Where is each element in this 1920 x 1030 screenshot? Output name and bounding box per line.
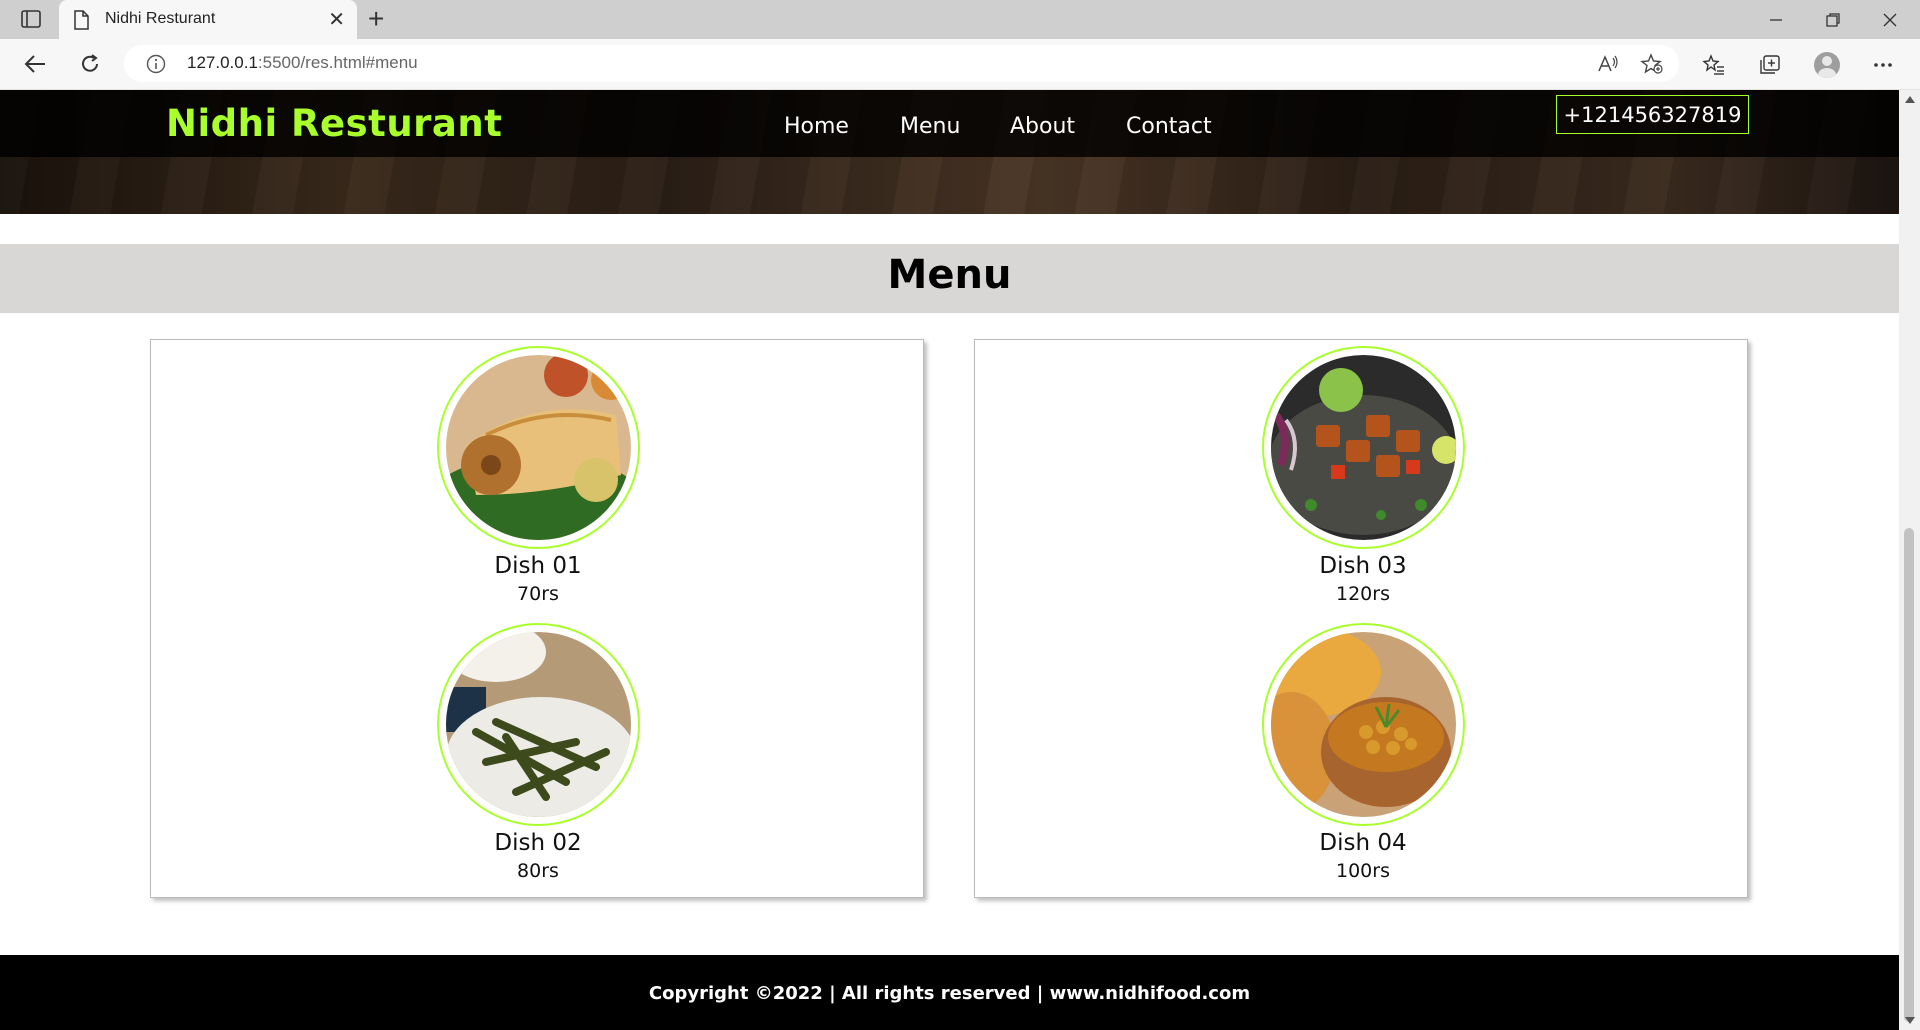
hero-banner: Nidhi Resturant Home Menu About Contact … [0, 90, 1899, 214]
page-viewport: Nidhi Resturant Home Menu About Contact … [0, 90, 1899, 1030]
dish-item-02[interactable]: Dish 02 80rs [388, 623, 688, 882]
page-scrollbar[interactable] [1899, 90, 1920, 1030]
nav-menu-link[interactable]: Menu [900, 114, 960, 139]
restore-icon[interactable] [1805, 0, 1861, 39]
dish-price: 120rs [1336, 583, 1390, 605]
dish-name: Dish 03 [1319, 553, 1407, 579]
page-icon [73, 10, 91, 30]
browser-tab[interactable]: Nidhi Resturant ✕ [59, 0, 357, 39]
favorites-icon[interactable] [1701, 52, 1727, 78]
scroll-up-icon[interactable] [1905, 96, 1915, 103]
more-options-icon[interactable] [1870, 52, 1896, 78]
browser-tab-strip: Nidhi Resturant ✕ + [0, 0, 1920, 39]
dish-name: Dish 01 [494, 553, 582, 579]
dosa-photo [445, 355, 631, 540]
tab-title: Nidhi Resturant [105, 10, 216, 27]
dish-image-frame [436, 623, 640, 826]
address-bar[interactable]: 127.0.0.1:5500/res.html#menu [124, 45, 1679, 82]
dish-image-frame [1261, 623, 1465, 826]
minimize-icon[interactable] [1748, 0, 1804, 39]
bhindi-photo [445, 632, 631, 817]
collections-icon[interactable] [1757, 52, 1783, 78]
dish-name: Dish 02 [494, 830, 582, 856]
chole-photo [1270, 632, 1456, 817]
url-path: :5500/res.html#menu [257, 53, 418, 72]
nav-about-link[interactable]: About [1010, 114, 1075, 139]
copyright-text: Copyright ©2022 | All rights reserved | … [648, 983, 1251, 1004]
dish-image-frame [436, 346, 640, 549]
menu-card-left: Dish 01 70rs Dish 02 80rs [150, 339, 924, 898]
tab-actions-icon[interactable] [20, 9, 42, 29]
dish-price: 80rs [517, 860, 559, 882]
url-text: 127.0.0.1:5500/res.html#menu [187, 53, 418, 73]
menu-card-right: Dish 03 120rs Dish 04 100rs [974, 339, 1748, 898]
scrollbar-thumb[interactable] [1904, 528, 1914, 1022]
paneer-tikka-photo [1270, 355, 1456, 540]
profile-avatar[interactable] [1814, 52, 1840, 78]
dish-item-04[interactable]: Dish 04 100rs [1213, 623, 1513, 882]
reload-icon[interactable] [74, 49, 106, 79]
dish-name: Dish 04 [1319, 830, 1407, 856]
nav-contact-link[interactable]: Contact [1126, 114, 1212, 139]
read-aloud-icon[interactable] [1596, 52, 1620, 76]
dish-item-01[interactable]: Dish 01 70rs [388, 346, 688, 605]
site-navbar: Nidhi Resturant Home Menu About Contact … [0, 90, 1899, 157]
site-logo[interactable]: Nidhi Resturant [166, 102, 502, 145]
dish-item-03[interactable]: Dish 03 120rs [1213, 346, 1513, 605]
site-footer: Copyright ©2022 | All rights reserved | … [0, 955, 1899, 1030]
menu-section-header: Menu [0, 244, 1899, 313]
close-window-icon[interactable] [1862, 0, 1918, 39]
back-icon[interactable] [19, 49, 51, 79]
nav-home-link[interactable]: Home [784, 114, 849, 139]
phone-number-button[interactable]: +121456327819 [1556, 95, 1749, 134]
scroll-down-icon[interactable] [1905, 1017, 1915, 1024]
url-host: 127.0.0.1 [187, 53, 258, 72]
dish-price: 100rs [1336, 860, 1390, 882]
address-toolbar: 127.0.0.1:5500/res.html#menu [0, 39, 1920, 90]
add-favorite-icon[interactable] [1640, 52, 1664, 76]
close-tab-icon[interactable]: ✕ [328, 8, 345, 30]
menu-title: Menu [887, 252, 1012, 298]
dish-price: 70rs [517, 583, 559, 605]
new-tab-icon[interactable]: + [368, 4, 384, 34]
site-info-icon[interactable] [146, 54, 166, 78]
dish-image-frame [1261, 346, 1465, 549]
